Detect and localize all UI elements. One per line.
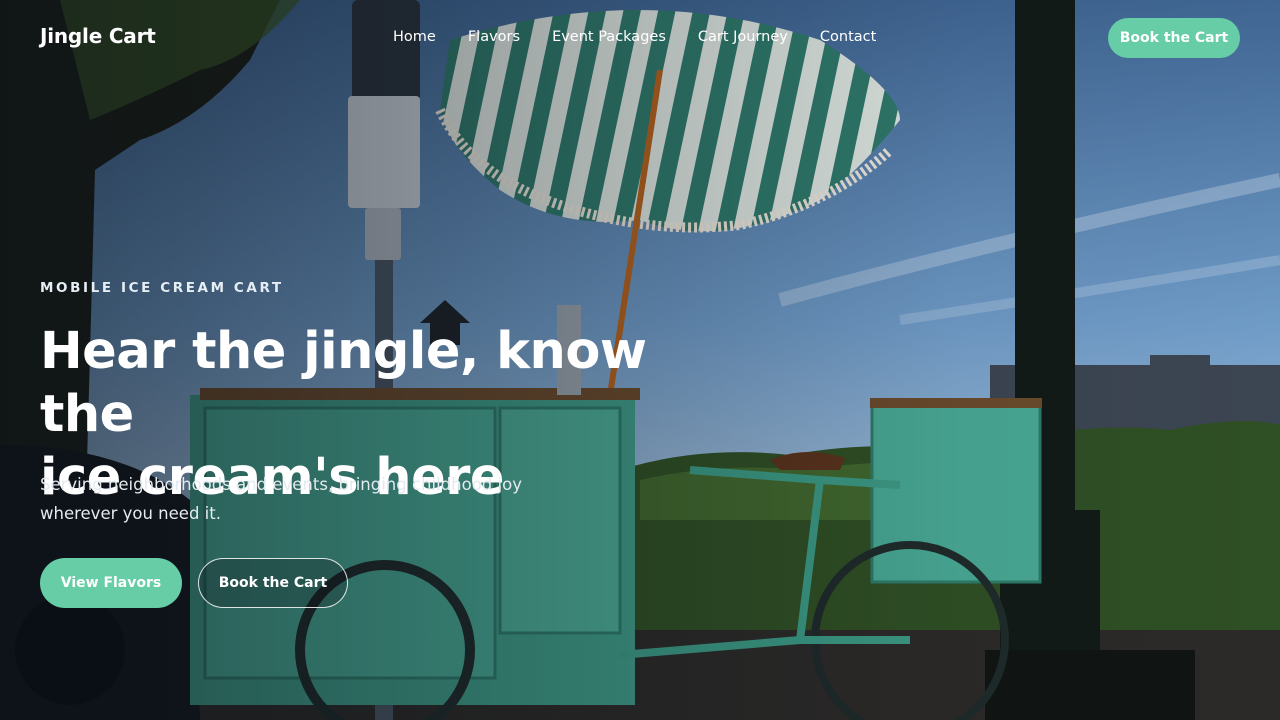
nav-link-event-packages[interactable]: Event Packages [552, 29, 666, 45]
nav-link-home[interactable]: Home [393, 29, 436, 45]
site-header: Jingle Cart Home Flavors Event Packages … [0, 0, 1280, 76]
book-cart-header-button[interactable]: Book the Cart [1108, 18, 1240, 58]
view-flavors-button[interactable]: View Flavors [40, 558, 182, 608]
hero-subtitle: Serving neighborhoods and events, bringi… [40, 475, 522, 523]
nav-link-contact[interactable]: Contact [820, 29, 876, 45]
book-cart-button[interactable]: Book the Cart [198, 558, 348, 608]
main-nav: Home Flavors Event Packages Cart Journey… [393, 29, 876, 45]
hero-section: Jingle Cart Home Flavors Event Packages … [0, 0, 1280, 720]
hero-eyebrow: MOBILE ICE CREAM CART [40, 280, 284, 296]
nav-link-cart-journey[interactable]: Cart Journey [698, 29, 788, 45]
hero-headline-line-1: Hear the jingle, know the [40, 322, 647, 444]
nav-link-flavors[interactable]: Flavors [468, 29, 520, 45]
brand-logo[interactable]: Jingle Cart [40, 24, 156, 48]
